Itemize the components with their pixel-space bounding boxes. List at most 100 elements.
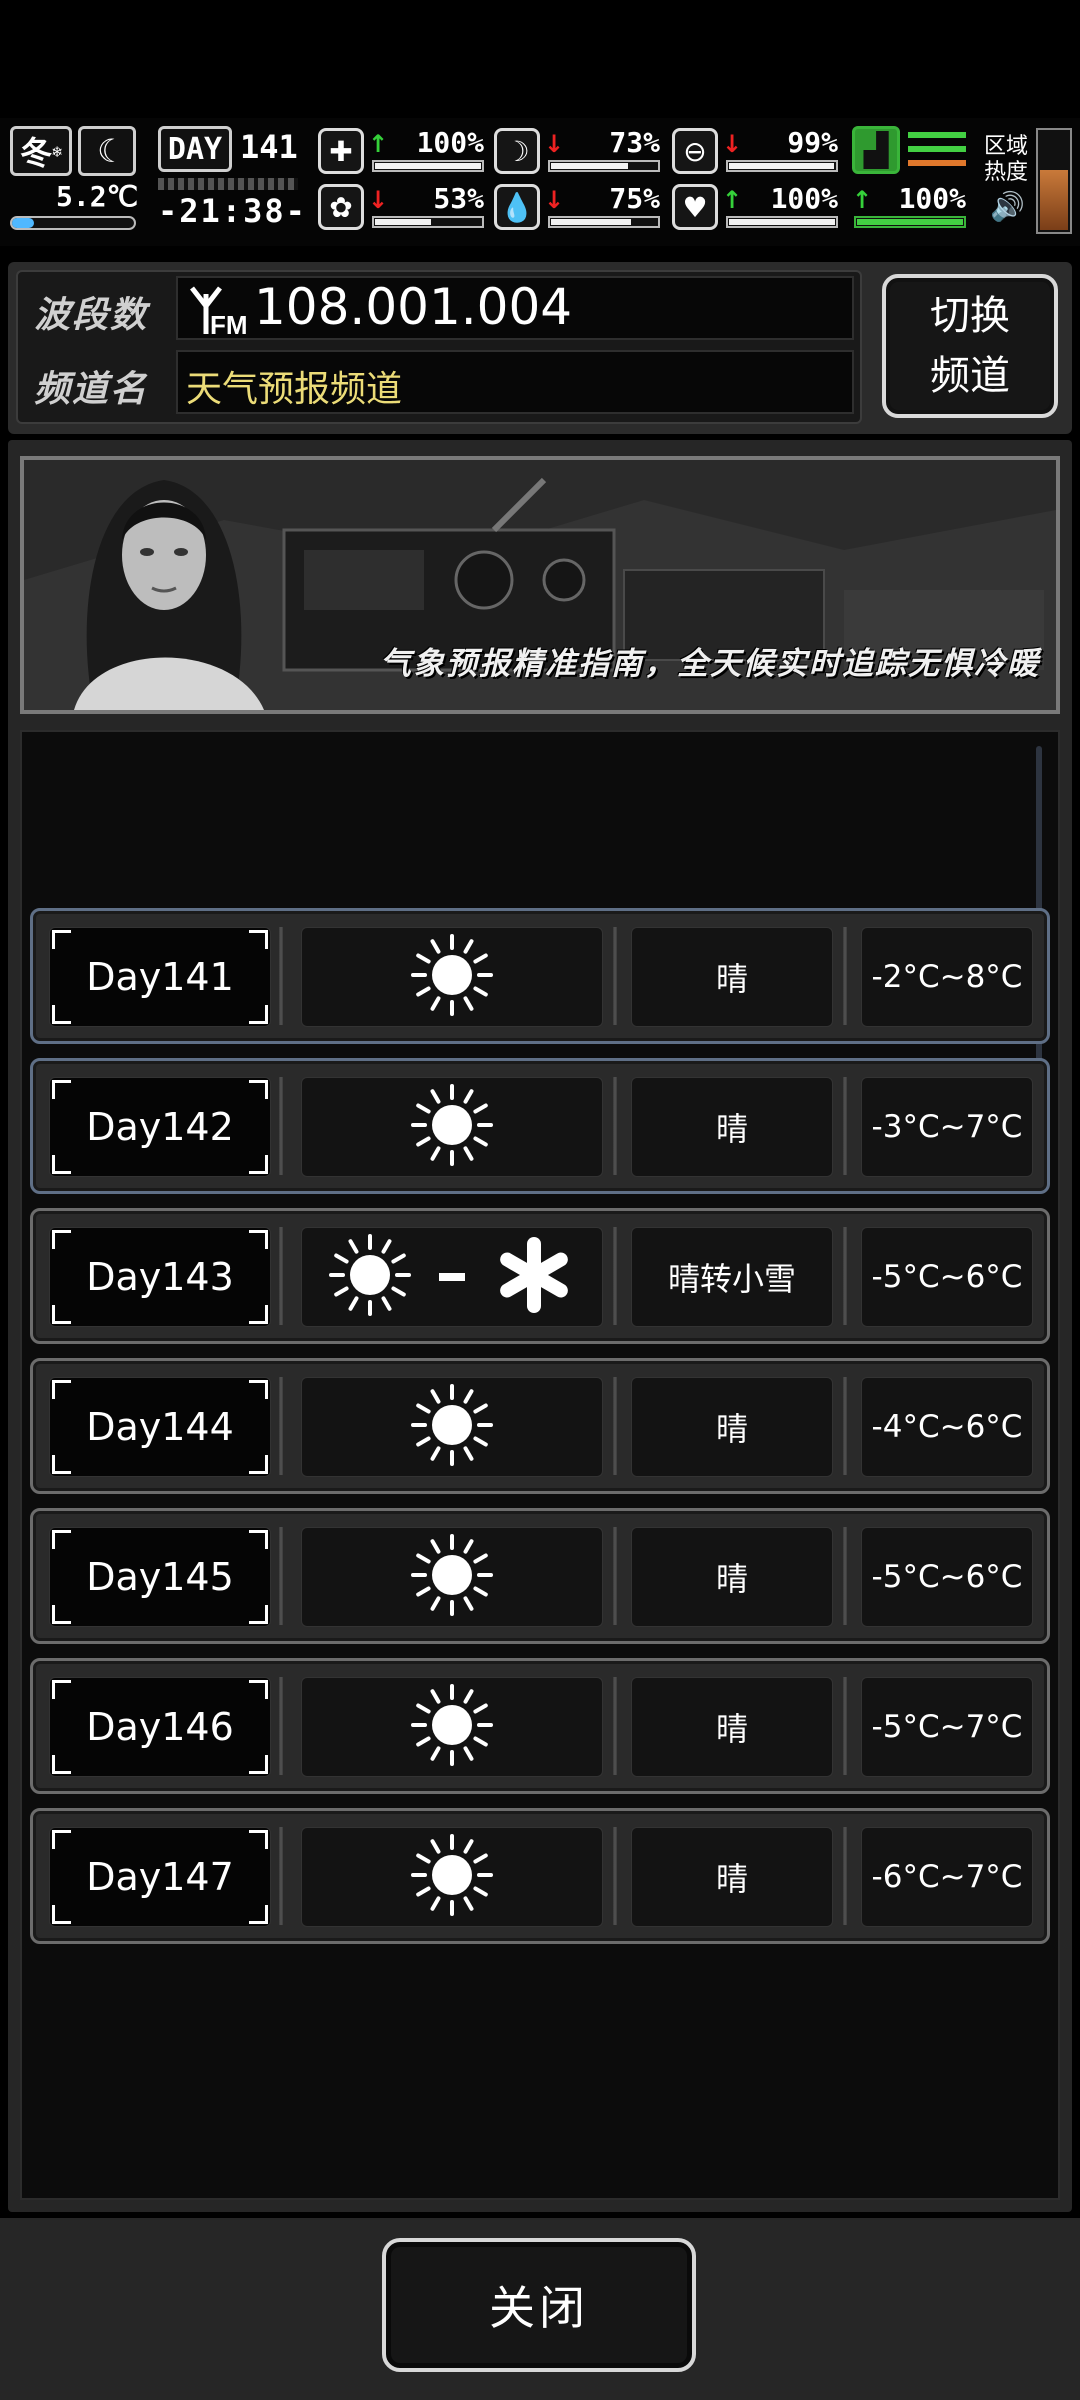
row-separator xyxy=(279,927,283,1025)
row-separator xyxy=(279,1227,283,1325)
band-value: 108.001.004 xyxy=(254,278,573,336)
sun-icon xyxy=(409,1832,495,1922)
forecast-row[interactable]: Day142 晴 -3°C~7°C xyxy=(30,1058,1050,1194)
sun-icon xyxy=(327,1232,413,1322)
heart-bar xyxy=(726,216,838,228)
thirst-bar xyxy=(548,216,660,228)
day-number: 141 xyxy=(240,128,298,166)
corner-bracket xyxy=(249,1830,268,1849)
stamina-line-3 xyxy=(908,160,966,166)
forecast-weather-icon xyxy=(301,1527,603,1627)
season-badge: 冬 ❄ xyxy=(10,126,72,176)
forecast-day-label: Day142 xyxy=(86,1105,234,1149)
forecast-weather-icon xyxy=(301,1077,603,1177)
capsule-icon: ⊖ xyxy=(672,128,718,174)
corner-bracket xyxy=(249,930,268,949)
forecast-day-label: Day143 xyxy=(86,1255,234,1299)
forecast-weather-text: 晴 xyxy=(631,1527,833,1627)
corner-bracket xyxy=(249,1455,268,1474)
forecast-weather-icon xyxy=(301,1227,603,1327)
corner-bracket xyxy=(52,1530,71,1549)
forecast-temperature: -3°C~7°C xyxy=(861,1077,1033,1177)
boot-icon: ▟ xyxy=(852,126,900,174)
forecast-row[interactable]: Day143 晴转小雪 -5°C~6°C xyxy=(30,1208,1050,1344)
day-label: DAY xyxy=(158,126,232,172)
switch-channel-label-2: 频道 xyxy=(930,353,1010,399)
health-bar xyxy=(372,160,484,172)
forecast-row[interactable]: Day144 晴 -4°C~6°C xyxy=(30,1358,1050,1494)
brain-icon: ✿ xyxy=(318,184,364,230)
temperature-bar xyxy=(10,216,136,230)
forecast-weather-text: 晴 xyxy=(631,1377,833,1477)
corner-bracket xyxy=(52,1230,71,1249)
forecast-day: Day144 xyxy=(49,1377,271,1477)
corner-bracket xyxy=(249,1605,268,1624)
sun-icon xyxy=(409,1082,495,1172)
forecast-weather-text: 晴 xyxy=(631,1827,833,1927)
hunger-bar xyxy=(548,160,660,172)
row-separator xyxy=(613,927,617,1025)
forecast-temperature: -5°C~7°C xyxy=(861,1677,1033,1777)
forecast-temperature: -5°C~6°C xyxy=(861,1227,1033,1327)
temperature-value: 5.2℃ xyxy=(56,180,139,213)
stamina-line-2 xyxy=(908,146,966,152)
forecast-day-label: Day141 xyxy=(86,955,234,999)
hunger-value: 73% xyxy=(609,126,660,159)
forecast-row[interactable]: Day147 晴 -6°C~7°C xyxy=(30,1808,1050,1944)
corner-bracket xyxy=(52,930,71,949)
moon-icon: ☾ xyxy=(78,126,136,176)
switch-channel-button[interactable]: 切换 频道 xyxy=(882,274,1058,418)
snow-icon xyxy=(491,1232,577,1322)
corner-bracket xyxy=(52,1905,71,1924)
row-separator xyxy=(843,1677,847,1775)
banner-caption: 气象预报精准指南，全天候实时追踪无惧冷暖 xyxy=(380,646,1040,682)
forecast-weather-text: 晴 xyxy=(631,1677,833,1777)
row-separator xyxy=(843,1227,847,1325)
forecast-temperature: -5°C~6°C xyxy=(861,1527,1033,1627)
forecast-day: Day141 xyxy=(49,927,271,1027)
corner-bracket xyxy=(249,1155,268,1174)
forecast-weather-icon xyxy=(301,1827,603,1927)
corner-bracket xyxy=(52,1755,71,1774)
region-heat-label: 区域 热度 xyxy=(984,134,1028,186)
corner-bracket xyxy=(249,1230,268,1249)
row-separator xyxy=(843,1527,847,1625)
close-button[interactable]: 关闭 xyxy=(382,2238,696,2372)
forecast-weather-text: 晴转小雪 xyxy=(631,1227,833,1327)
forecast-row[interactable]: Day141 晴 -2°C~8°C xyxy=(30,908,1050,1044)
forecast-temperature: -2°C~8°C xyxy=(861,927,1033,1027)
row-separator xyxy=(279,1527,283,1625)
corner-bracket xyxy=(52,1080,71,1099)
row-separator xyxy=(843,1077,847,1175)
mood-value: 53% xyxy=(433,182,484,215)
corner-bracket xyxy=(52,1380,71,1399)
clock-time: -21:38- xyxy=(158,192,307,230)
forecast-weather-text: 晴 xyxy=(631,1077,833,1177)
corner-bracket xyxy=(52,1830,71,1849)
region-heat-label-line1: 区域 xyxy=(984,134,1029,159)
forecast-day-label: Day147 xyxy=(86,1855,234,1899)
corner-bracket xyxy=(52,1305,71,1324)
corner-bracket xyxy=(52,1005,71,1024)
sun-icon xyxy=(409,1382,495,1472)
forecast-row[interactable]: Day145 晴 -5°C~6°C xyxy=(30,1508,1050,1644)
forecast-weather-icon xyxy=(301,1677,603,1777)
antenna-fm-icon: FM xyxy=(188,282,248,340)
forecast-weather-text: 晴 xyxy=(631,927,833,1027)
forecast-day: Day145 xyxy=(49,1527,271,1627)
thirst-value: 75% xyxy=(609,182,660,215)
forecast-day-label: Day145 xyxy=(86,1555,234,1599)
forecast-day-label: Day144 xyxy=(86,1405,234,1449)
channel-label: 频道名 xyxy=(34,369,149,410)
region-heat-label-line2: 热度 xyxy=(984,160,1029,185)
corner-bracket xyxy=(249,1755,268,1774)
row-separator xyxy=(613,1527,617,1625)
row-separator xyxy=(613,1677,617,1775)
corner-bracket xyxy=(249,1905,268,1924)
row-separator xyxy=(613,1077,617,1175)
speaker-icon[interactable]: 🔊 xyxy=(990,190,1025,223)
season-label: 冬 xyxy=(20,134,53,172)
forecast-day: Day146 xyxy=(49,1677,271,1777)
heart-icon: ♥ xyxy=(672,184,718,230)
forecast-row[interactable]: Day146 晴 -5°C~7°C xyxy=(30,1658,1050,1794)
